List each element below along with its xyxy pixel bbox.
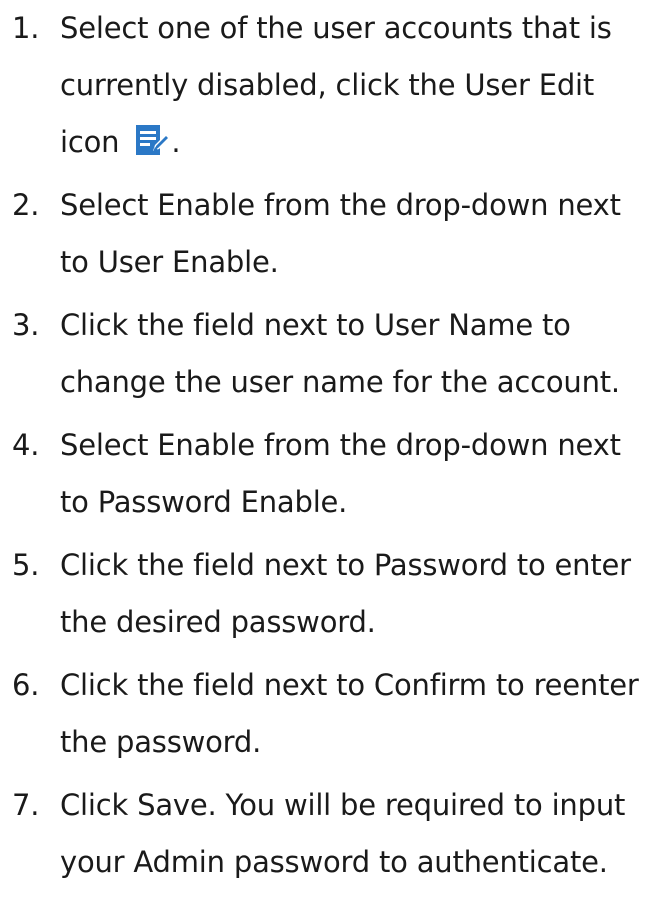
step-text-line: Select Enable from the drop-down next [60, 428, 621, 462]
step-2: 2. Select Enable from the drop-down next… [0, 177, 669, 291]
step-text-line: Click the field next to User Name to [60, 308, 571, 342]
step-number: 4. [12, 428, 40, 462]
instruction-steps: 1. Select one of the user accounts that … [0, 0, 669, 897]
step-5: 5. Click the field next to Password to e… [0, 537, 669, 651]
step-text-line: to User Enable. [60, 245, 279, 279]
step-text-line: change the user name for the account. [60, 365, 620, 399]
step-number: 3. [12, 308, 40, 342]
step-number: 5. [12, 548, 40, 582]
user-edit-icon [133, 121, 171, 159]
step-number: 1. [12, 11, 40, 45]
step-text-line: currently disabled, click the User Edit [60, 68, 595, 102]
step-number: 6. [12, 668, 40, 702]
step-1: 1. Select one of the user accounts that … [0, 0, 669, 171]
step-4: 4. Select Enable from the drop-down next… [0, 417, 669, 531]
step-text-line: to Password Enable. [60, 485, 348, 519]
step-text-line: the password. [60, 725, 262, 759]
step-7: 7. Click Save. You will be required to i… [0, 777, 669, 891]
step-text-fragment: icon [60, 125, 120, 159]
step-6: 6. Click the field next to Confirm to re… [0, 657, 669, 771]
step-text-line-with-icon: icon . [60, 114, 665, 171]
step-text-line: Click the field next to Password to ente… [60, 548, 631, 582]
step-number: 2. [12, 188, 40, 222]
step-number: 7. [12, 788, 40, 822]
step-text-line: Select Enable from the drop-down next [60, 188, 621, 222]
step-3: 3. Click the field next to User Name to … [0, 297, 669, 411]
step-text-line: Click the field next to Confirm to reent… [60, 668, 639, 702]
step-text-line: your Admin password to authenticate. [60, 845, 608, 879]
step-text-line: Click Save. You will be required to inpu… [60, 788, 626, 822]
step-text-line: Select one of the user accounts that is [60, 11, 612, 45]
step-text-fragment: . [171, 125, 181, 159]
step-text-line: the desired password. [60, 605, 376, 639]
